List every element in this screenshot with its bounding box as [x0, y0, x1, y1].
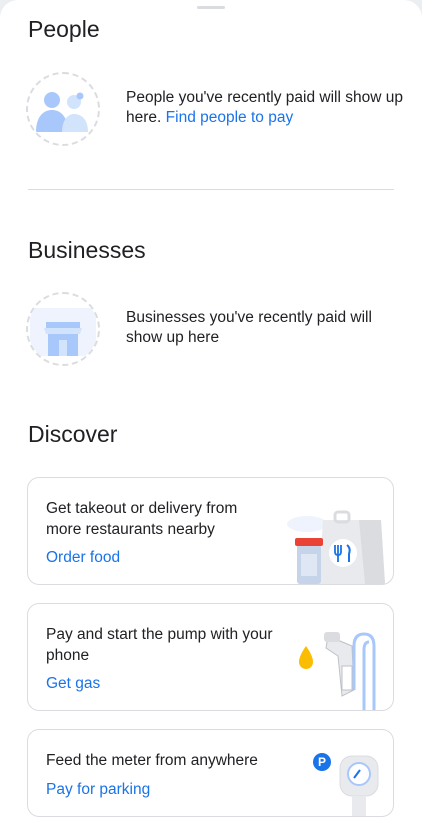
- businesses-empty-state: Businesses you've recently paid will sho…: [26, 292, 406, 368]
- find-people-link[interactable]: Find people to pay: [166, 109, 294, 126]
- payments-sheet: People People you've recently paid will …: [0, 0, 422, 831]
- order-food-description: Get takeout or delivery from more restau…: [46, 500, 238, 538]
- pay-for-parking-link[interactable]: Pay for parking: [46, 781, 150, 799]
- parking-badge: P: [317, 755, 326, 769]
- get-gas-link[interactable]: Get gas: [46, 675, 100, 693]
- parking-description: Feed the meter from anywhere: [46, 752, 258, 769]
- drag-handle[interactable]: [197, 6, 225, 9]
- order-food-card[interactable]: Get takeout or delivery from more restau…: [27, 477, 394, 585]
- businesses-empty-text: Businesses you've recently paid will sho…: [126, 309, 372, 346]
- food-bag-illustration-icon: [283, 498, 393, 584]
- gas-pump-illustration-icon: [290, 626, 390, 710]
- parking-meter-illustration-icon: P: [312, 750, 392, 816]
- section-divider: [28, 189, 394, 190]
- parking-card[interactable]: Feed the meter from anywhere Pay for par…: [27, 729, 394, 817]
- discover-section-title: Discover: [28, 421, 118, 447]
- storefront-illustration-icon: [26, 292, 100, 366]
- people-section-title: People: [28, 16, 100, 42]
- people-empty-state: People you've recently paid will show up…: [26, 72, 406, 148]
- get-gas-card[interactable]: Pay and start the pump with your phone G…: [27, 603, 394, 711]
- people-illustration-icon: [26, 72, 100, 146]
- order-food-link[interactable]: Order food: [46, 549, 120, 567]
- get-gas-description: Pay and start the pump with your phone: [46, 626, 273, 664]
- businesses-section-title: Businesses: [28, 237, 146, 263]
